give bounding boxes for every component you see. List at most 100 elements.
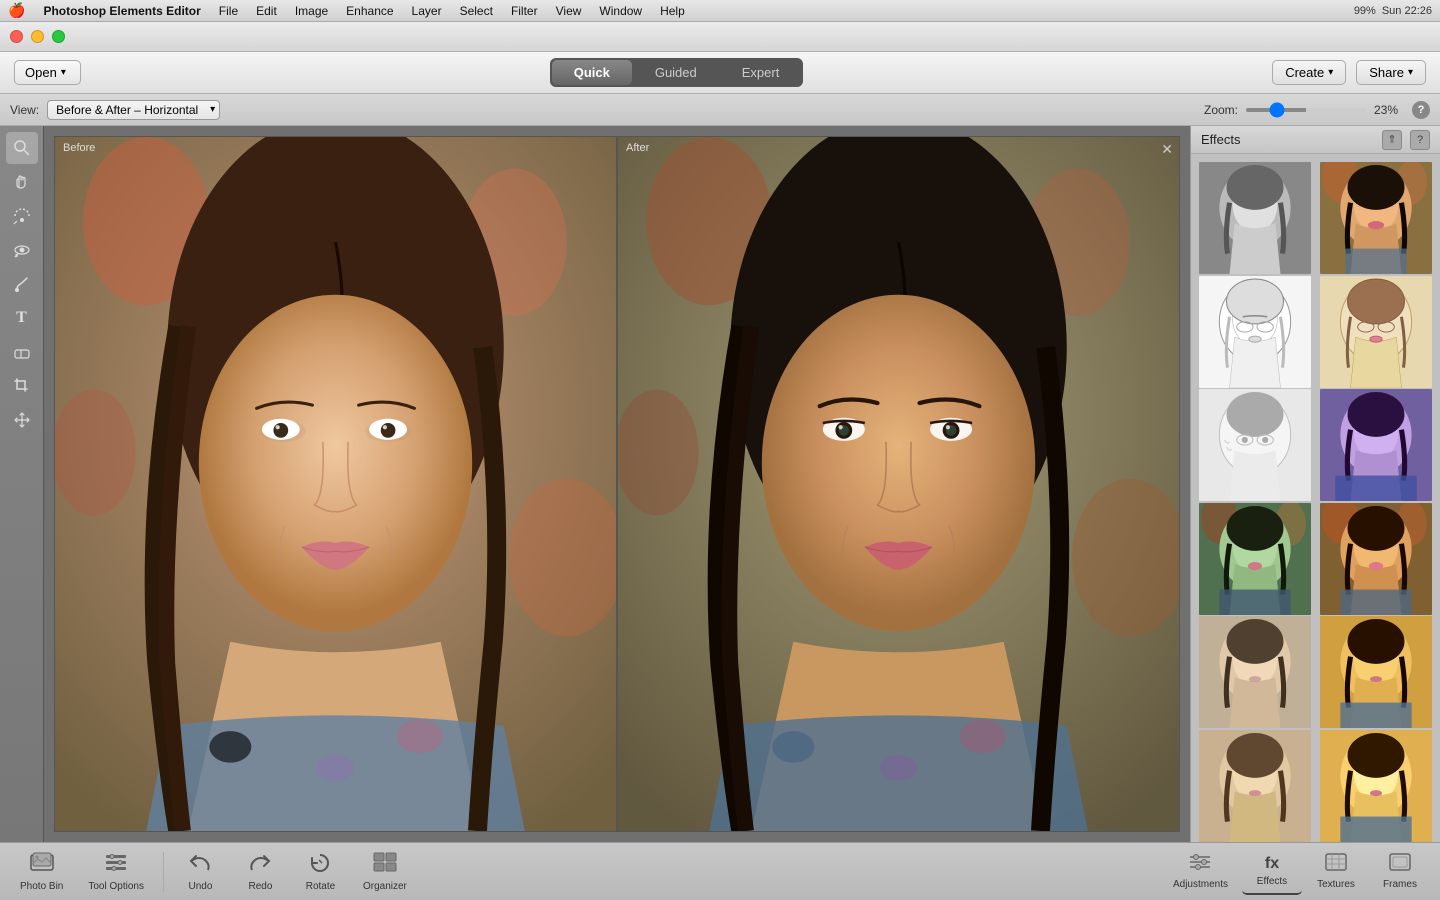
organizer-icon — [373, 852, 397, 878]
zoom-area: Zoom: 23% ? — [1204, 101, 1430, 119]
tab-quick[interactable]: Quick — [552, 60, 632, 85]
quick-selection-tool[interactable] — [6, 200, 38, 232]
close-window-button[interactable] — [10, 30, 23, 43]
rotate-label: Rotate — [306, 881, 335, 892]
close-button[interactable]: ✕ — [1161, 141, 1173, 158]
toolbar: Open Quick Guided Expert Create Share — [0, 52, 1440, 94]
effect-thumb-sketch-bw[interactable] — [1197, 274, 1313, 390]
eraser-tool[interactable] — [6, 336, 38, 368]
effect-thumb-green-tint[interactable] — [1197, 501, 1313, 617]
effects-restore-button[interactable]: ⇑ — [1382, 130, 1402, 150]
textures-label: Textures — [1317, 879, 1355, 890]
effect-thumb-warm-tint[interactable] — [1318, 501, 1434, 617]
menu-help[interactable]: Help — [652, 2, 693, 20]
undo-label: Undo — [189, 881, 213, 892]
undo-icon — [188, 852, 212, 878]
canvas-area: ✕ Before — [44, 126, 1190, 842]
effect-thumb-colorized[interactable] — [1318, 160, 1434, 276]
redo-label: Redo — [249, 881, 273, 892]
effect-thumb-purple-tint[interactable] — [1318, 387, 1434, 503]
menu-bar: 🍎 Photoshop Elements Editor File Edit Im… — [0, 0, 1440, 22]
menu-image[interactable]: Image — [287, 2, 336, 20]
menu-enhance[interactable]: Enhance — [338, 2, 401, 20]
effect-thumb-soft-sepia[interactable] — [1197, 728, 1313, 843]
photo-bin-label: Photo Bin — [20, 881, 63, 892]
view-select-wrap[interactable]: Before & After – Horizontal — [47, 100, 220, 120]
effect-thumb-golden[interactable] — [1318, 728, 1434, 843]
menu-filter[interactable]: Filter — [503, 2, 546, 20]
effect-thumb-grayscale[interactable] — [1197, 160, 1313, 276]
before-after-container: ✕ Before — [54, 136, 1180, 832]
effects-grid — [1191, 154, 1440, 842]
menu-file[interactable]: File — [211, 2, 246, 20]
text-tool[interactable]: T — [6, 302, 38, 334]
apple-menu[interactable]: 🍎 — [8, 2, 25, 19]
tool-options-button[interactable]: Tool Options — [78, 846, 154, 898]
brush-tool[interactable] — [6, 268, 38, 300]
photo-bin-button[interactable]: Photo Bin — [10, 846, 73, 898]
right-panel: Effects ⇑ ? — [1190, 126, 1440, 842]
tool-options-label: Tool Options — [88, 881, 144, 892]
menu-layer[interactable]: Layer — [404, 2, 450, 20]
open-button[interactable]: Open — [14, 60, 81, 85]
view-bar: View: Before & After – Horizontal Zoom: … — [0, 94, 1440, 126]
view-select[interactable]: Before & After – Horizontal — [47, 100, 220, 120]
after-panel: After — [618, 137, 1179, 831]
photo-bin-icon — [30, 852, 54, 878]
textures-button[interactable]: Textures — [1306, 847, 1366, 896]
minimize-window-button[interactable] — [31, 30, 44, 43]
tab-guided[interactable]: Guided — [633, 60, 719, 85]
app-name[interactable]: Photoshop Elements Editor — [35, 2, 208, 20]
menu-window[interactable]: Window — [591, 2, 650, 20]
adjustments-button[interactable]: Adjustments — [1163, 847, 1238, 896]
zoom-slider[interactable] — [1246, 108, 1366, 112]
redo-icon — [248, 852, 272, 878]
adjustments-icon — [1189, 853, 1211, 876]
zoom-tool[interactable] — [6, 132, 38, 164]
effects-button[interactable]: fx Effects — [1242, 849, 1302, 895]
organizer-label: Organizer — [363, 881, 407, 892]
maximize-window-button[interactable] — [52, 30, 65, 43]
menu-select[interactable]: Select — [452, 2, 501, 20]
textures-icon — [1325, 853, 1347, 876]
effects-help-button[interactable]: ? — [1410, 130, 1430, 150]
create-button[interactable]: Create — [1272, 60, 1346, 85]
frames-icon — [1389, 853, 1411, 876]
hand-tool[interactable] — [6, 166, 38, 198]
bottom-bar: Photo Bin Tool Options Undo — [0, 842, 1440, 900]
help-icon[interactable]: ? — [1412, 101, 1430, 119]
zoom-label: Zoom: — [1204, 103, 1238, 117]
clock: Sun 22:26 — [1382, 5, 1432, 17]
red-eye-tool[interactable] — [6, 234, 38, 266]
menu-bar-right: 99% Sun 22:26 — [1354, 5, 1432, 17]
effect-thumb-pencil-sketch[interactable] — [1197, 387, 1313, 503]
battery-status: 99% — [1354, 5, 1376, 17]
menu-edit[interactable]: Edit — [248, 2, 285, 20]
effect-thumb-faded[interactable] — [1197, 614, 1313, 730]
share-button[interactable]: Share — [1356, 60, 1426, 85]
before-image — [55, 137, 616, 831]
menu-view[interactable]: View — [548, 2, 590, 20]
redo-button[interactable]: Redo — [233, 846, 288, 898]
frames-button[interactable]: Frames — [1370, 847, 1430, 896]
rotate-button[interactable]: Rotate — [293, 846, 348, 898]
effects-icon: fx — [1265, 855, 1279, 873]
title-bar — [0, 22, 1440, 52]
before-panel: Before — [55, 137, 618, 831]
effect-thumb-warm2[interactable] — [1318, 614, 1434, 730]
adjustments-label: Adjustments — [1173, 879, 1228, 890]
after-image — [618, 137, 1179, 831]
organizer-button[interactable]: Organizer — [353, 846, 417, 898]
effects-header: Effects ⇑ ? — [1191, 126, 1440, 154]
view-label: View: — [10, 103, 39, 117]
move-tool[interactable] — [6, 404, 38, 436]
undo-button[interactable]: Undo — [173, 846, 228, 898]
tool-options-icon — [104, 852, 128, 878]
tab-expert[interactable]: Expert — [720, 60, 802, 85]
effects-header-icons: ⇑ ? — [1382, 130, 1430, 150]
effect-thumb-sketch-color[interactable] — [1318, 274, 1434, 390]
effects-title: Effects — [1201, 132, 1241, 147]
main-area: T ✕ Before — [0, 126, 1440, 842]
crop-tool[interactable] — [6, 370, 38, 402]
left-toolbar: T — [0, 126, 44, 842]
